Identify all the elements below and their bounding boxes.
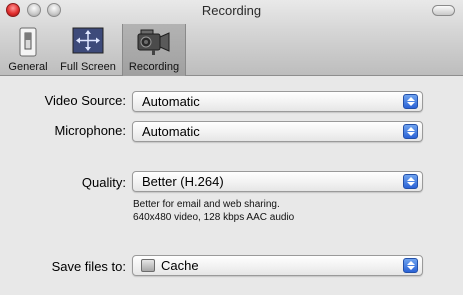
popup-arrows-icon — [403, 94, 418, 109]
quality-description-line1: Better for email and web sharing. — [133, 199, 280, 210]
tab-general-label: General — [8, 61, 48, 73]
save-files-to-label: Save files to: — [51, 259, 126, 274]
window-title: Recording — [201, 3, 262, 18]
save-files-to-value: Cache — [161, 258, 199, 273]
microphone-value: Automatic — [142, 124, 200, 139]
quality-label: Quality: — [81, 175, 126, 190]
popup-arrows-icon — [403, 174, 418, 189]
title-bar: Recording General Full Screen Recording — [0, 0, 463, 76]
preferences-window: Recording General Full Screen Recording … — [0, 0, 463, 295]
quality-description-line2: 640x480 video, 128 kbps AAC audio — [133, 212, 295, 223]
popup-arrows-icon — [403, 258, 418, 273]
quality-select[interactable]: Better (H.264) — [132, 171, 423, 192]
video-source-value: Automatic — [142, 94, 200, 109]
full-screen-icon — [72, 27, 104, 60]
save-files-to-select[interactable]: Cache — [132, 255, 423, 276]
tab-recording[interactable]: Recording — [122, 24, 186, 76]
microphone-select[interactable]: Automatic — [132, 121, 423, 142]
tab-full-screen[interactable]: Full Screen — [55, 24, 121, 76]
drive-icon — [141, 259, 155, 272]
video-source-select[interactable]: Automatic — [132, 91, 423, 112]
popup-arrows-icon — [403, 124, 418, 139]
quality-value: Better (H.264) — [142, 174, 224, 189]
tab-recording-label: Recording — [128, 61, 180, 73]
video-camera-icon — [136, 27, 172, 62]
tab-general[interactable]: General — [6, 24, 50, 76]
tab-full-screen-label: Full Screen — [60, 61, 116, 73]
video-source-label: Video Source: — [44, 93, 126, 108]
microphone-label: Microphone: — [54, 123, 126, 138]
switch-icon — [16, 27, 40, 62]
toolbar-toggle-button[interactable] — [432, 5, 455, 16]
